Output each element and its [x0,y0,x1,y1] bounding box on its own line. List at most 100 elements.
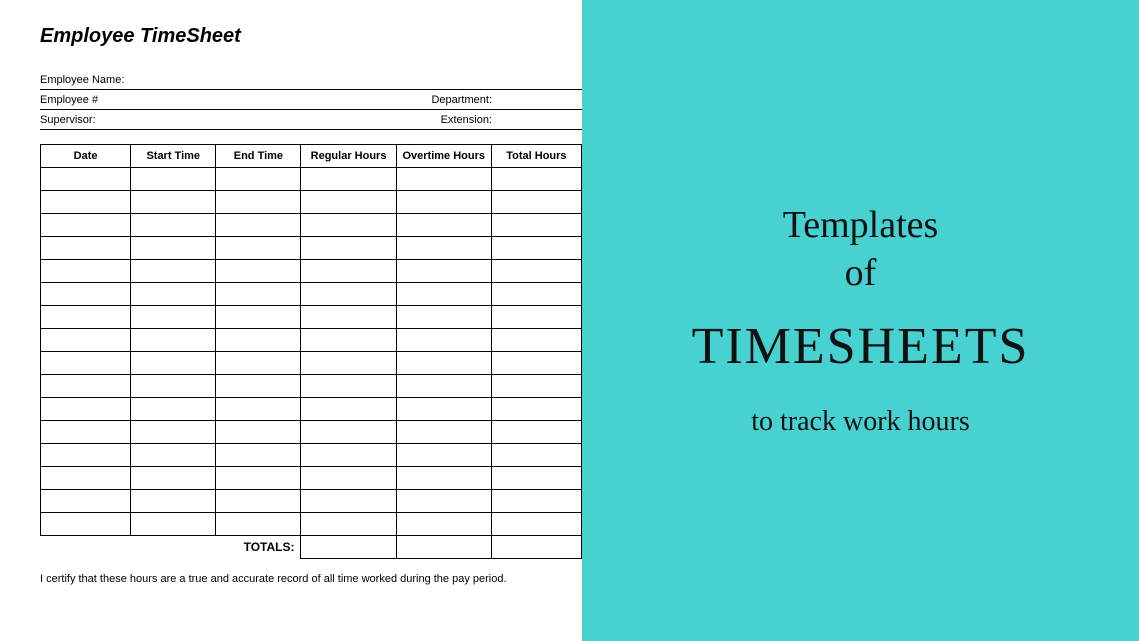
field-employee-no: Employee # Department: [40,90,582,110]
field-label: Department: [431,94,582,106]
table-cell [131,444,216,467]
table-cell [301,444,396,467]
col-ot: Overtime Hours [396,145,491,168]
table-cell [396,260,491,283]
table-cell [491,513,581,536]
table-cell [131,490,216,513]
table-cell [396,283,491,306]
table-cell [41,352,131,375]
field-employee-name: Employee Name: [40,70,582,90]
table-cell [491,283,581,306]
table-row [41,214,582,237]
table-row [41,421,582,444]
table-cell [301,306,396,329]
table-cell [41,191,131,214]
table-cell [396,375,491,398]
table-cell [216,191,301,214]
table-cell [216,168,301,191]
totals-reg [301,536,396,559]
table-cell [301,421,396,444]
col-total: Total Hours [491,145,581,168]
table-body [41,168,582,536]
field-label: Employee Name: [40,74,124,86]
table-cell [216,467,301,490]
table-cell [301,490,396,513]
table-cell [131,168,216,191]
table-cell [131,352,216,375]
field-label: Supervisor: [40,114,96,126]
table-cell [396,214,491,237]
table-cell [216,329,301,352]
table-cell [491,168,581,191]
table-cell [396,467,491,490]
field-label: Employee # [40,94,98,106]
table-cell [216,513,301,536]
table-cell [41,214,131,237]
col-start: Start Time [131,145,216,168]
table-cell [396,421,491,444]
table-cell [491,306,581,329]
table-cell [396,444,491,467]
table-row [41,191,582,214]
table-cell [216,352,301,375]
table-cell [41,237,131,260]
table-cell [491,237,581,260]
table-cell [131,513,216,536]
table-cell [396,398,491,421]
table-cell [41,168,131,191]
table-cell [396,306,491,329]
table-cell [216,306,301,329]
table-cell [41,283,131,306]
table-cell [396,237,491,260]
table-cell [301,237,396,260]
table-cell [131,214,216,237]
table-cell [491,329,581,352]
banner-line4: to track work hours [751,406,970,438]
table-cell [41,329,131,352]
table-cell [396,490,491,513]
table-cell [41,260,131,283]
table-cell [216,237,301,260]
table-cell [131,283,216,306]
table-cell [131,421,216,444]
table-row [41,329,582,352]
table-cell [131,329,216,352]
totals-total [491,536,581,559]
table-cell [41,306,131,329]
table-cell [396,168,491,191]
field-label: Extension: [441,114,582,126]
table-cell [491,352,581,375]
table-cell [396,352,491,375]
table-row [41,237,582,260]
table-cell [396,191,491,214]
table-cell [301,398,396,421]
table-cell [216,444,301,467]
table-header-row: Date Start Time End Time Regular Hours O… [41,145,582,168]
table-cell [41,467,131,490]
table-cell [41,398,131,421]
table-cell [131,237,216,260]
table-cell [41,513,131,536]
col-date: Date [41,145,131,168]
table-row [41,283,582,306]
totals-row: TOTALS: [41,536,582,559]
table-cell [301,513,396,536]
table-cell [131,375,216,398]
banner-line3: TIMESHEETS [692,317,1030,376]
table-cell [216,214,301,237]
table-cell [131,467,216,490]
table-row [41,352,582,375]
table-cell [301,191,396,214]
table-row [41,513,582,536]
table-cell [131,260,216,283]
timesheet-document: Employee TimeSheet Employee Name: Employ… [0,0,582,641]
totals-label: TOTALS: [216,536,301,559]
table-cell [216,421,301,444]
table-row [41,260,582,283]
totals-ot [396,536,491,559]
banner: Templates of TIMESHEETS to track work ho… [582,0,1139,641]
doc-title: Employee TimeSheet [40,25,582,48]
certification-text: I certify that these hours are a true an… [40,573,582,585]
table-cell [491,260,581,283]
table-cell [301,168,396,191]
